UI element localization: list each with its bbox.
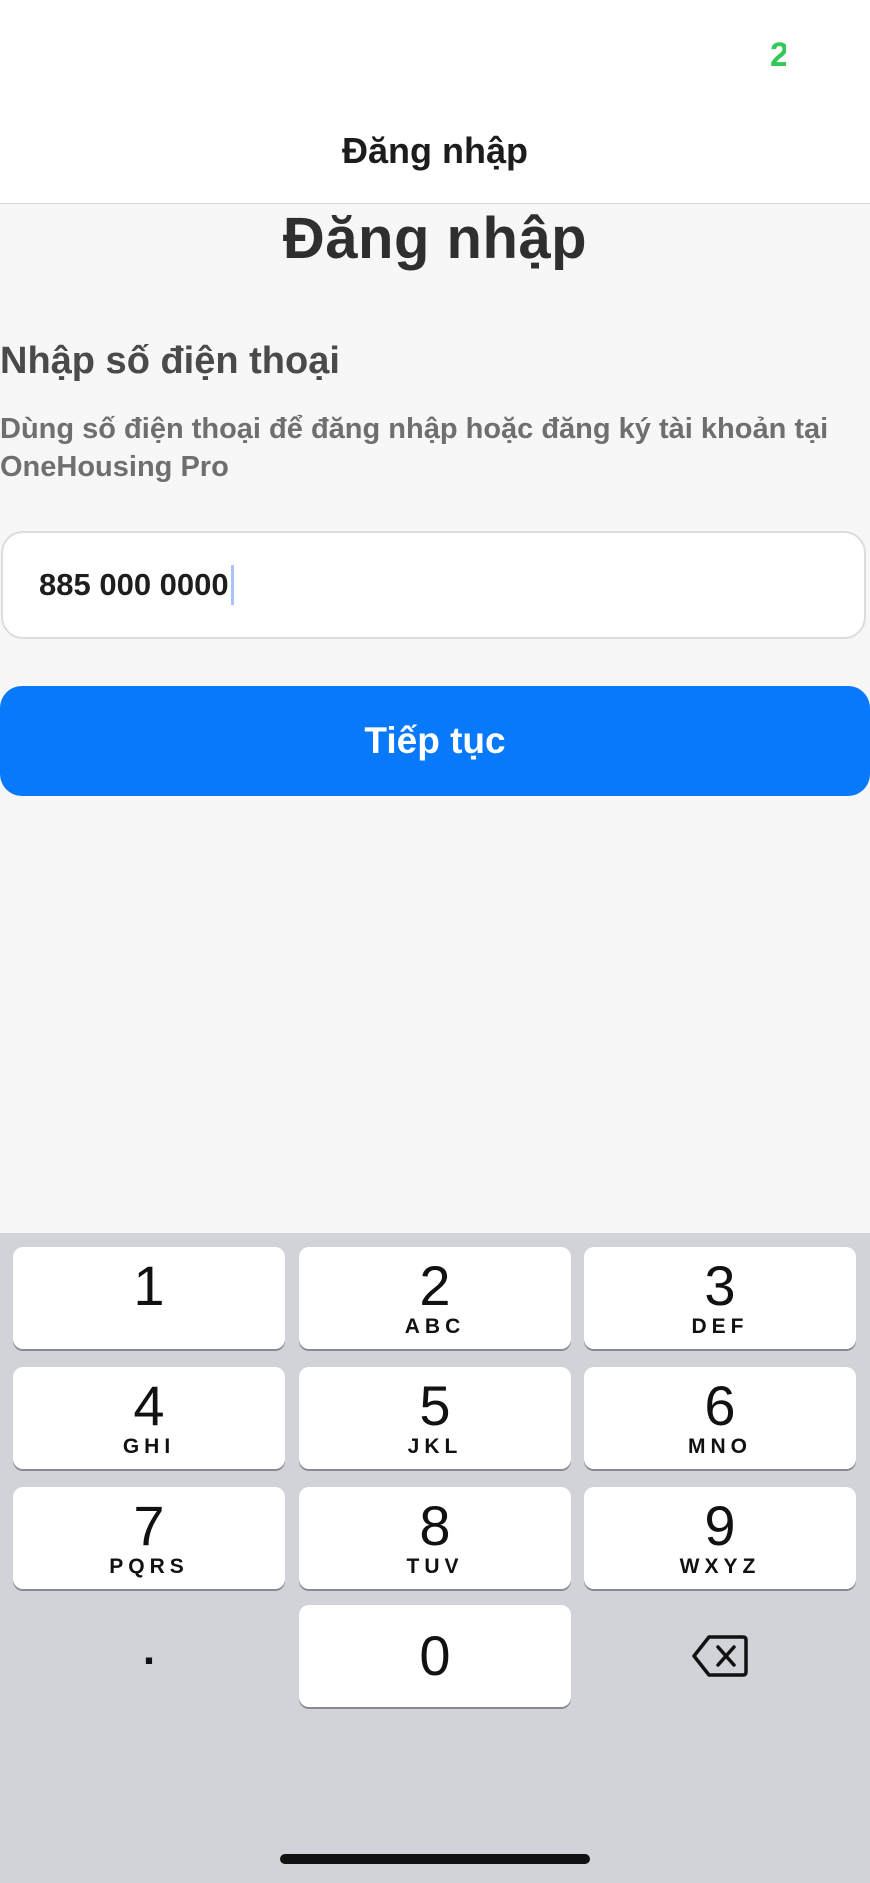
key-8[interactable]: 8 TUV — [299, 1487, 571, 1589]
key-letters: PQRS — [109, 1555, 189, 1578]
key-9[interactable]: 9 WXYZ — [584, 1487, 856, 1589]
key-4[interactable]: 4 GHI — [13, 1367, 285, 1469]
key-6[interactable]: 6 MNO — [584, 1367, 856, 1469]
key-letters: TUV — [406, 1555, 464, 1578]
key-letters: GHI — [122, 1435, 176, 1458]
key-5[interactable]: 5 JKL — [299, 1367, 571, 1469]
key-2[interactable]: 2 ABC — [299, 1247, 571, 1349]
dot-key[interactable]: . — [13, 1605, 285, 1707]
phone-number-value: 885 000 0000 — [39, 567, 229, 602]
key-digit: 9 — [704, 1494, 736, 1557]
key-digit: 3 — [704, 1254, 736, 1317]
key-digit: 1 — [133, 1254, 165, 1317]
key-1[interactable]: 1 — [13, 1247, 285, 1349]
home-indicator — [280, 1854, 590, 1864]
battery-indicator: 2 — [770, 36, 786, 74]
key-letters: ABC — [404, 1315, 466, 1338]
key-digit: 0 — [419, 1624, 451, 1687]
section-title: Nhập số điện thoại — [0, 340, 340, 382]
key-digit: 5 — [419, 1374, 451, 1437]
key-digit: 6 — [704, 1374, 736, 1437]
key-0[interactable]: 0 — [299, 1605, 571, 1707]
navigation-bar: Đăng nhập — [0, 110, 870, 204]
delete-key[interactable] — [584, 1605, 856, 1707]
key-digit: 2 — [419, 1254, 451, 1317]
key-3[interactable]: 3 DEF — [584, 1247, 856, 1349]
phone-number-input[interactable]: 885 000 0000 — [1, 531, 866, 639]
key-7[interactable]: 7 PQRS — [13, 1487, 285, 1589]
key-letters: WXYZ — [679, 1555, 761, 1578]
key-digit: 7 — [133, 1494, 165, 1557]
section-description: Dùng số điện thoại để đăng nhập hoặc đăn… — [0, 413, 829, 483]
continue-button[interactable]: Tiếp tục — [0, 686, 870, 796]
numeric-keypad: 1 2 ABC 3 DEF 4 GHI 5 JKL 6 MNO 7 PQRS 8… — [0, 1233, 870, 1883]
page-heading: Đăng nhập — [282, 206, 588, 271]
key-letters: MNO — [688, 1435, 752, 1458]
text-caret — [230, 565, 234, 605]
key-digit: 4 — [133, 1374, 165, 1437]
nav-title: Đăng nhập — [342, 130, 528, 171]
key-letters: JKL — [407, 1435, 463, 1458]
key-letters: DEF — [691, 1315, 749, 1338]
backspace-icon — [692, 1635, 748, 1677]
status-bar: 2 — [0, 0, 870, 110]
key-digit: 8 — [419, 1494, 451, 1557]
